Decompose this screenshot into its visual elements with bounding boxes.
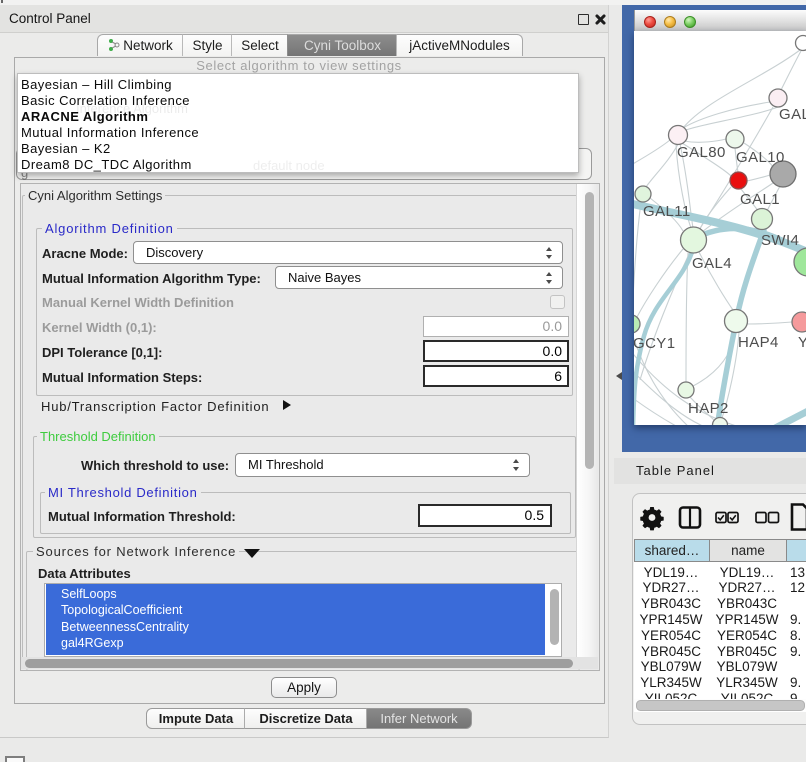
svg-text:HAP4: HAP4 [738,334,779,351]
svg-text:HAP2: HAP2 [688,400,729,417]
svg-text:GAL1: GAL1 [740,191,780,208]
svg-text:YM: YM [798,334,806,351]
svg-text:GAL11: GAL11 [643,203,691,220]
svg-text:GAL80: GAL80 [677,144,726,161]
svg-text:SWI4: SWI4 [761,232,799,249]
svg-text:GAL4: GAL4 [692,255,732,272]
svg-text:GAL10: GAL10 [736,149,785,166]
svg-text:GAL7: GAL7 [779,106,806,123]
svg-text:GCY1: GCY1 [634,335,675,352]
